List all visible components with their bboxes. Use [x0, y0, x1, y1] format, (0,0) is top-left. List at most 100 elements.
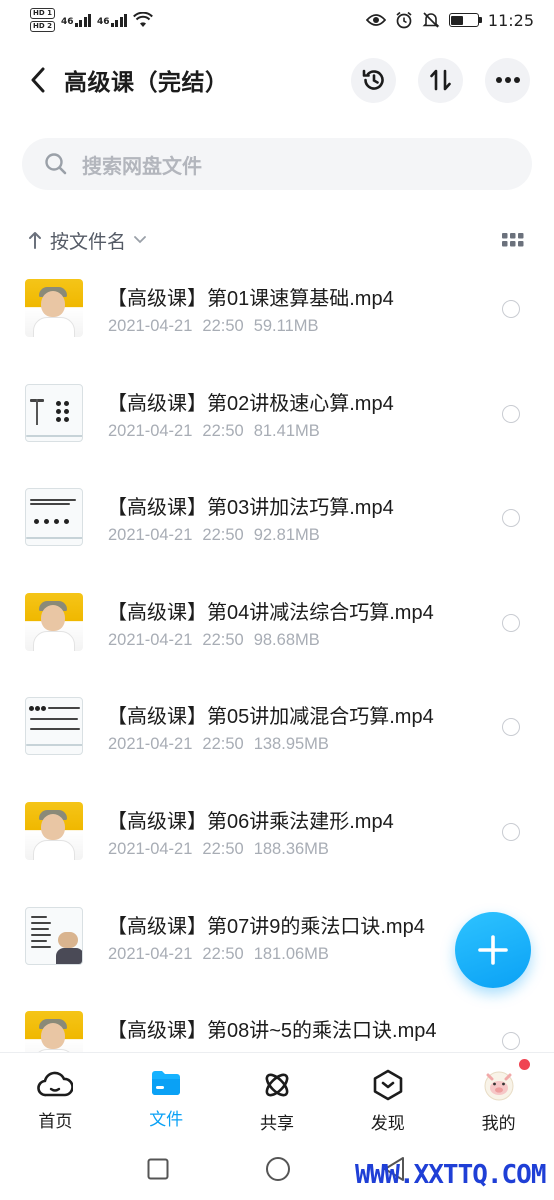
file-time: 22:50 — [202, 735, 244, 754]
file-size: 59.11MB — [253, 317, 319, 335]
page-title: 高级课（完结） — [64, 70, 229, 96]
recents-icon[interactable] — [147, 1158, 169, 1180]
file-row[interactable]: 【高级课】第03讲加法巧算.mp4 2021-04-21 22:50 92.81MB — [0, 471, 554, 576]
file-row[interactable]: 【高级课】第04讲减法综合巧算.mp4 2021-04-21 22:50 98.68M… — [0, 576, 554, 681]
file-date: 2021-04-21 — [108, 421, 193, 440]
history-button[interactable] — [351, 57, 396, 103]
sort-row: 按文件名 — [0, 220, 554, 260]
sort-up-arrow-icon — [29, 232, 41, 249]
grid-view-icon[interactable] — [502, 233, 524, 247]
page-header: 高级课（完结） — [0, 52, 554, 108]
search-placeholder: 搜索网盘文件 — [82, 153, 202, 178]
history-icon — [362, 69, 384, 90]
nav-home-label: 首页 — [38, 1112, 73, 1132]
sort-by-name-selector[interactable]: 按文件名 — [50, 227, 126, 254]
avatar-pig-icon — [484, 1071, 514, 1101]
plus-icon — [478, 935, 508, 965]
status-bar: HD 1 HD 2 46 46 11:25 — [0, 0, 554, 40]
file-size: 181.06MB — [253, 944, 329, 963]
video-thumbnail — [25, 592, 83, 651]
net1-label: 46 — [60, 17, 74, 27]
file-meta: 2021-04-21 22:50 92.81MB — [108, 526, 320, 545]
search-input[interactable]: 搜索网盘文件 — [22, 138, 532, 190]
nav-share[interactable]: 共享 — [222, 1053, 333, 1138]
file-size: 92.81MB — [253, 526, 320, 545]
file-name: 【高级课】第06讲乘法建形.mp4 — [107, 811, 394, 833]
file-meta: 2021-04-21 22:50 59.11MB — [108, 317, 319, 336]
signal-1-icon: 46 — [60, 13, 92, 27]
wifi-icon — [133, 12, 153, 27]
nav-files[interactable]: 文件 — [111, 1053, 222, 1138]
share-atom-icon — [265, 1073, 289, 1097]
file-name: 【高级课】第02讲极速心算.mp4 — [107, 392, 394, 415]
file-row[interactable]: 【高级课】第01课速算基础.mp4 2021-04-21 22:50 59.11MB — [0, 262, 554, 367]
file-name: 【高级课】第05讲加减混合巧算.mp4 — [107, 706, 434, 729]
cloud-home-icon — [37, 1071, 74, 1097]
whiteboard-thumbnail — [25, 488, 83, 547]
file-size: 81.41MB — [253, 421, 320, 440]
file-name: 【高级课】第08讲~5的乘法口诀.mp4 — [107, 1020, 437, 1043]
select-checkbox[interactable] — [502, 1032, 520, 1051]
nav-discover-label: 发现 — [370, 1114, 405, 1134]
video-thumbnail — [25, 802, 83, 860]
file-row[interactable]: 【高级课】第02讲极速心算.mp4 2021-04-21 22:50 81.41MB — [0, 367, 554, 472]
sort-icon — [429, 69, 451, 91]
select-checkbox[interactable] — [502, 300, 520, 318]
file-time: 22:50 — [202, 317, 244, 335]
discover-icon — [373, 1069, 403, 1101]
clock-time: 11:25 — [487, 10, 534, 30]
select-checkbox[interactable] — [502, 613, 520, 632]
sort-button[interactable] — [418, 57, 463, 103]
select-checkbox[interactable] — [502, 718, 520, 737]
file-date: 2021-04-21 — [108, 630, 193, 649]
file-row[interactable]: 【高级课】第05讲加减混合巧算.mp4 2021-04-21 22:50 138.95… — [0, 680, 554, 785]
back-button[interactable] — [18, 56, 58, 104]
file-date: 2021-04-21 — [108, 944, 193, 963]
watermark-text: WWW.XXTTQ.COM — [355, 1160, 546, 1190]
notification-dot — [518, 1059, 530, 1070]
nav-home[interactable]: 首页 — [0, 1053, 111, 1138]
nav-profile-label: 我的 — [481, 1114, 516, 1134]
bottom-nav: 首页 文件 共享 发现 我的 — [0, 1052, 554, 1138]
hd2-badge: HD 2 — [30, 21, 55, 32]
file-size: 188.36MB — [253, 840, 329, 858]
add-button[interactable] — [455, 912, 531, 988]
select-checkbox[interactable] — [502, 823, 520, 841]
file-meta: 2021-04-21 22:50 138.95MB — [108, 735, 329, 754]
search-icon — [45, 153, 67, 175]
file-size: 138.95MB — [253, 735, 329, 754]
file-name: 【高级课】第07讲9的乘法口诀.mp4 — [107, 915, 425, 938]
select-checkbox[interactable] — [502, 404, 520, 423]
more-icon — [495, 77, 520, 83]
select-checkbox[interactable] — [502, 509, 520, 528]
file-name: 【高级课】第04讲减法综合巧算.mp4 — [107, 601, 434, 624]
video-thumbnail — [25, 279, 83, 337]
folder-icon — [152, 1071, 181, 1095]
file-meta: 2021-04-21 22:50 181.06MB — [108, 945, 329, 964]
net2-label: 46 — [97, 17, 110, 27]
whiteboard-thumbnail — [25, 906, 83, 965]
chevron-down-icon[interactable] — [134, 236, 146, 244]
file-meta: 2021-04-21 22:50 98.68MB — [108, 631, 320, 650]
nav-files-label: 文件 — [149, 1110, 184, 1130]
file-time: 22:50 — [202, 630, 244, 649]
nav-discover[interactable]: 发现 — [332, 1053, 443, 1138]
file-row[interactable]: 【高级课】第06讲乘法建形.mp4 2021-04-21 22:50 188.36MB — [0, 785, 554, 890]
eye-icon — [365, 14, 386, 26]
file-name: 【高级课】第03讲加法巧算.mp4 — [107, 497, 394, 520]
file-date: 2021-04-21 — [108, 317, 193, 335]
more-button[interactable] — [485, 57, 530, 103]
hd1-badge: HD 1 — [30, 8, 55, 19]
file-date: 2021-04-21 — [108, 735, 193, 754]
whiteboard-thumbnail — [25, 383, 83, 442]
signal-2-icon: 46 — [97, 13, 128, 27]
nav-profile[interactable]: 我的 — [443, 1053, 554, 1138]
file-size: 98.68MB — [253, 630, 320, 649]
mute-bell-icon — [422, 12, 440, 28]
file-date: 2021-04-21 — [108, 526, 193, 545]
file-time: 22:50 — [202, 944, 244, 963]
hd-badges: HD 1 HD 2 — [30, 8, 55, 32]
file-meta: 2021-04-21 22:50 81.41MB — [108, 422, 320, 441]
file-time: 22:50 — [202, 421, 244, 440]
home-circle-icon[interactable] — [265, 1156, 291, 1182]
